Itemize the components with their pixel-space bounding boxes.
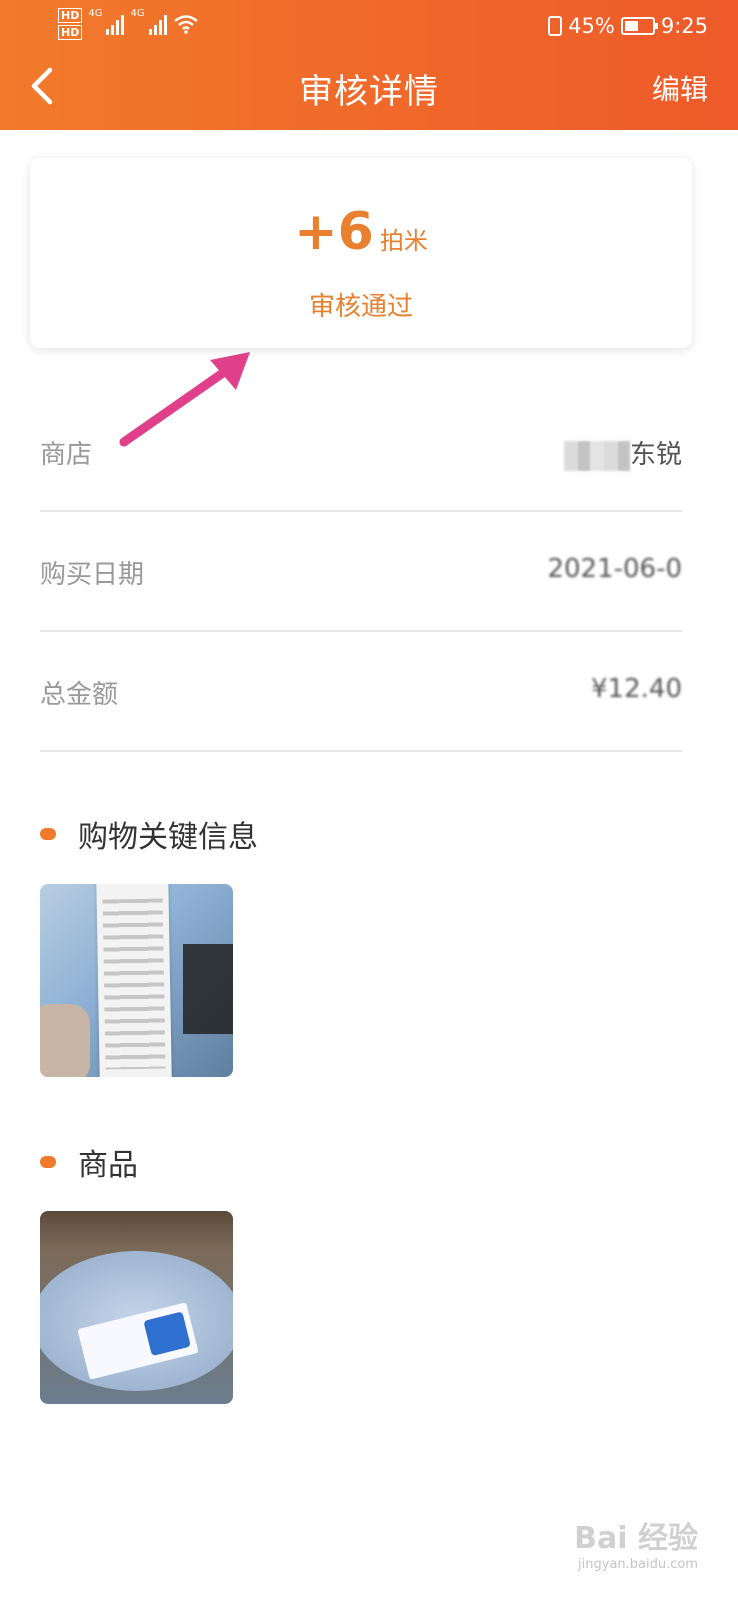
status-bar: HD HD 4G 4G 45% 9:25 xyxy=(0,0,738,52)
points-value: +6 xyxy=(294,202,374,262)
signal-icon xyxy=(106,13,125,35)
points-reward: +6 拍米 xyxy=(30,202,692,262)
total-amount-value: ¥12.40 xyxy=(591,674,682,704)
section-receipt-title: 购物关键信息 xyxy=(40,812,258,856)
hd-badge-1: HD xyxy=(58,8,83,23)
purchase-date-value: 2021-06-0 xyxy=(547,554,682,584)
hd-badge-2: HD xyxy=(58,25,83,40)
store-value: 东锐 xyxy=(563,434,682,471)
detail-row-store: 商店 东锐 xyxy=(40,390,682,512)
review-result-card: +6 拍米 审核通过 xyxy=(30,158,692,348)
section-product-title: 商品 xyxy=(40,1140,138,1184)
network-type-1: 4G xyxy=(88,8,103,19)
points-unit: 拍米 xyxy=(379,227,428,255)
wifi-icon xyxy=(173,15,198,34)
receipt-photo[interactable] xyxy=(40,884,233,1077)
bullet-dot-icon xyxy=(40,1156,56,1168)
edit-button[interactable]: 编辑 xyxy=(652,68,708,108)
header-bar: HD HD 4G 4G 45% 9:25 审核详情 编辑 xyxy=(0,0,738,130)
page-title: 审核详情 xyxy=(299,72,439,112)
network-type-2: 4G xyxy=(130,8,145,19)
product-photo[interactable] xyxy=(40,1211,233,1404)
purchase-date-label: 购买日期 xyxy=(40,560,145,590)
baidu-watermark: Bai 经验 jingyan.baidu.com xyxy=(574,1521,698,1572)
vibrate-icon xyxy=(548,16,563,36)
signal-icon-2 xyxy=(148,13,167,35)
detail-row-amount: 总金额 ¥12.40 xyxy=(40,630,682,752)
total-amount-label: 总金额 xyxy=(40,680,119,710)
clock: 9:25 xyxy=(660,14,708,38)
detail-row-date: 购买日期 2021-06-0 xyxy=(40,510,682,632)
battery-percent: 45% xyxy=(568,14,615,38)
bullet-dot-icon xyxy=(40,828,56,840)
battery-icon xyxy=(620,17,658,35)
store-label: 商店 xyxy=(40,440,93,470)
review-status: 审核通过 xyxy=(308,292,413,322)
